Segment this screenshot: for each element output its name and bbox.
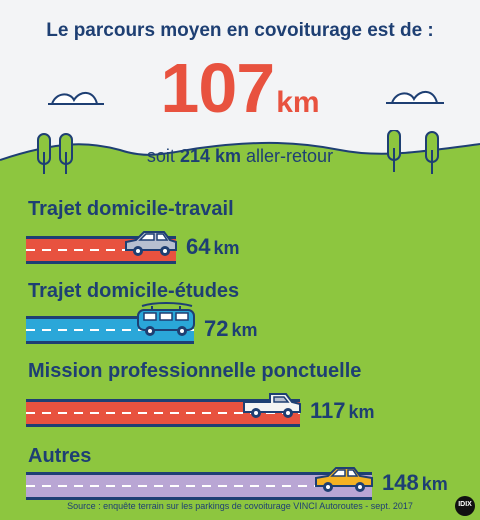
category-distance: 117 km	[310, 398, 375, 424]
category-distance-unit: km	[213, 238, 240, 258]
category-distance: 64 km	[186, 234, 240, 260]
yellow-car-icon	[315, 467, 373, 492]
category-distance-unit: km	[421, 474, 448, 494]
hatchback-car-icon	[125, 231, 177, 256]
category-distance: 72 km	[204, 316, 258, 342]
category-distance-unit: km	[348, 402, 375, 422]
category-distance-value: 64	[186, 234, 211, 259]
category-title: Trajet domicile-travail	[28, 198, 234, 220]
category-distance-unit: km	[231, 320, 258, 340]
category-distance-value: 72	[204, 316, 229, 341]
average-distance: 107km	[0, 48, 480, 128]
pickup-truck-icon	[243, 393, 301, 418]
roundtrip-line: soit 214 km aller-retour	[0, 146, 480, 167]
roundtrip-prefix: soit	[146, 146, 175, 166]
headline: Le parcours moyen en covoiturage est de …	[46, 20, 434, 41]
category-distance-value: 117	[310, 398, 346, 423]
idix-logo-text: IDIX	[458, 501, 472, 508]
category-title: Mission professionnelle ponctuelle	[28, 360, 362, 382]
infographic: Le parcours moyen en covoiturage est de …	[0, 0, 480, 520]
roundtrip-value: 214 km	[179, 146, 242, 166]
category-distance: 148 km	[382, 470, 448, 496]
average-distance-unit: km	[276, 86, 320, 119]
category-distance-value: 148	[382, 470, 419, 495]
idix-logo: IDIX	[455, 496, 475, 516]
roundtrip-suffix: aller-retour	[246, 146, 334, 166]
source-note: Source : enquête terrain sur les parking…	[67, 501, 413, 511]
van-with-surfboard-icon	[137, 302, 195, 336]
average-distance-value: 107	[160, 49, 275, 127]
category-title: Autres	[28, 445, 92, 467]
